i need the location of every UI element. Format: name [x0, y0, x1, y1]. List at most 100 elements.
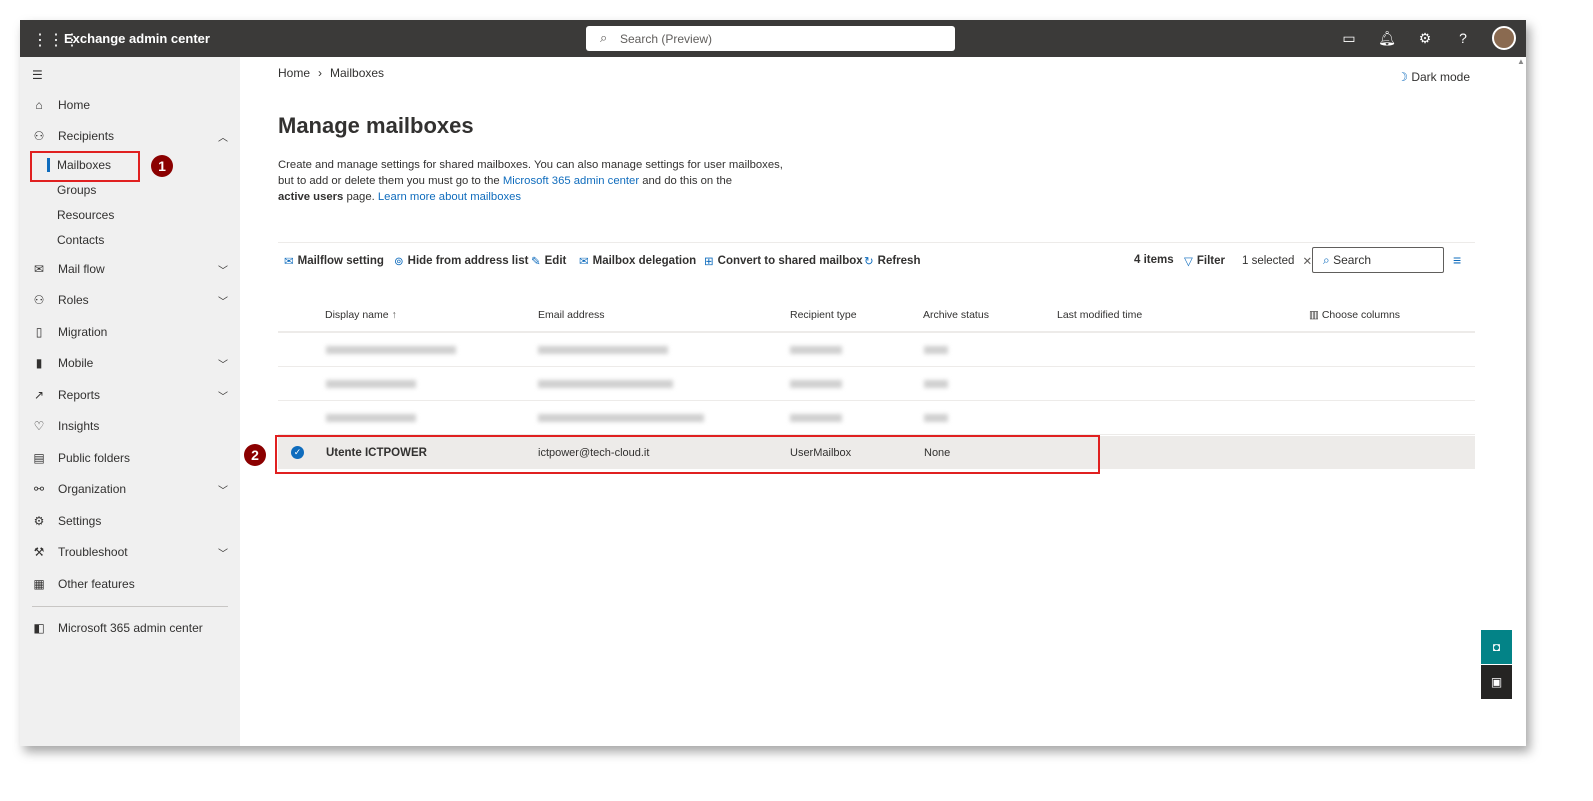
roles-icon: ⚇ — [33, 293, 45, 307]
sidebar-item-migration[interactable]: ▯ Migration — [32, 321, 228, 343]
column-header-display-name[interactable]: Display name ↑ — [325, 309, 397, 321]
office-icon: ◧ — [33, 621, 45, 635]
refresh-button[interactable]: ↻ Refresh — [864, 254, 920, 268]
chevron-right-icon: › — [318, 66, 323, 80]
dark-mode-toggle[interactable]: ☽ Dark mode — [1397, 70, 1470, 84]
sidebar-item-insights[interactable]: ♡ Insights — [32, 415, 228, 437]
choose-columns-button[interactable]: ▥ Choose columns — [1309, 309, 1400, 321]
sidebar-item-mobile[interactable]: ▮ Mobile ﹀ — [32, 352, 228, 374]
sidebar-item-other-features[interactable]: ▦ Other features — [32, 573, 228, 595]
mail-edit-icon: ✉ — [284, 256, 294, 268]
mailflow-setting-button[interactable]: ✉ Mailflow setting — [284, 254, 384, 268]
global-search-input[interactable]: ⌕ Search (Preview) — [586, 26, 955, 51]
label: Dark mode — [1411, 70, 1470, 84]
label: Display name — [325, 309, 389, 321]
mailbox-delegation-button[interactable]: ✉ Mailbox delegation — [579, 254, 696, 268]
home-icon: ⌂ — [35, 98, 43, 112]
lightbulb-icon: ♡ — [33, 419, 45, 433]
placeholder: Search — [1333, 253, 1372, 267]
bell-icon[interactable]: 🔔︎ — [1378, 30, 1396, 47]
sidebar-item-recipients[interactable]: ⚇ Recipients ︿ — [32, 125, 228, 147]
label: Refresh — [877, 255, 921, 267]
sidebar-item-home[interactable]: ⌂ Home — [32, 94, 228, 116]
filter-button[interactable]: ▽ Filter — [1184, 254, 1225, 268]
help-icon[interactable]: ? — [1454, 30, 1472, 46]
sidebar-item-resources[interactable]: Resources — [57, 205, 114, 225]
collapse-menu-icon[interactable]: ☰ — [32, 64, 228, 86]
sidebar-item-roles[interactable]: ⚇ Roles ﹀ — [32, 289, 228, 311]
sort-up-icon: ↑ — [391, 309, 397, 321]
learn-more-link[interactable]: Learn more about mailboxes — [378, 191, 521, 203]
hide-from-address-list-button[interactable]: ⊚ Hide from address list — [394, 254, 528, 268]
moon-icon: ☽ — [1397, 70, 1412, 84]
eye-hide-icon: ⊚ — [394, 256, 404, 268]
m365-admin-link[interactable]: Microsoft 365 admin center — [503, 175, 639, 187]
convert-icon: ⊞ — [704, 256, 714, 268]
label: Mail flow — [58, 262, 105, 276]
label: Choose columns — [1321, 309, 1401, 321]
gear-icon: ⚙ — [33, 514, 45, 528]
label: Troubleshoot — [58, 545, 128, 559]
column-header-archive-status[interactable]: Archive status — [923, 309, 989, 321]
chevron-down-icon: ﹀ — [218, 296, 228, 308]
label: Recipients — [58, 129, 115, 143]
page-description: Create and manage settings for shared ma… — [278, 157, 798, 205]
org-icon: ⚯ — [33, 482, 45, 496]
label: Migration — [58, 325, 108, 339]
desc-bold: active users — [278, 191, 344, 203]
divider — [32, 606, 228, 607]
chevron-up-icon: ︿ — [218, 132, 228, 144]
sidebar-item-mail-flow[interactable]: ✉ Mail flow ﹀ — [32, 258, 228, 280]
chevron-down-icon: ﹀ — [218, 391, 228, 403]
column-header-last-modified[interactable]: Last modified time — [1057, 309, 1142, 321]
column-header-recipient-type[interactable]: Recipient type — [790, 309, 857, 321]
mail-icon: ✉ — [579, 256, 589, 268]
chart-icon: ↗ — [33, 388, 45, 402]
breadcrumb-current: Mailboxes — [330, 66, 385, 80]
mail-icon: ✉ — [33, 262, 45, 276]
label: Convert to shared mailbox — [717, 255, 863, 267]
view-options-icon[interactable]: ≡ — [1453, 252, 1461, 268]
label: Organization — [58, 482, 127, 496]
sidebar-item-settings[interactable]: ⚙ Settings — [32, 510, 228, 532]
column-header-email[interactable]: Email address — [538, 309, 605, 321]
label: Insights — [58, 419, 100, 433]
page-title: Manage mailboxes — [278, 113, 474, 138]
feedback-icon[interactable]: ▣ — [1481, 665, 1512, 699]
sidebar-item-public-folders[interactable]: ▤ Public folders — [32, 447, 228, 469]
top-bar: ⋮⋮⋮ Exchange admin center ⌕ Search (Previ… — [20, 20, 1526, 57]
help-bot-icon[interactable]: ◘ — [1481, 630, 1512, 664]
sidebar-item-troubleshoot[interactable]: ⚒ Troubleshoot ﹀ — [32, 541, 228, 563]
gear-icon[interactable]: ⚙ — [1416, 30, 1434, 47]
chevron-down-icon: ﹀ — [218, 548, 228, 560]
main-content: Home › Mailboxes ☽ Dark mode Manage mailbo… — [240, 57, 1526, 746]
terminal-icon[interactable]: ▭ — [1340, 30, 1358, 47]
clear-selection-icon[interactable]: ✕ — [1302, 254, 1312, 268]
label: Public folders — [58, 451, 131, 465]
table-row[interactable] — [278, 401, 1475, 435]
table-row[interactable] — [278, 367, 1475, 401]
sidebar-item-reports[interactable]: ↗ Reports ﹀ — [32, 384, 228, 406]
avatar[interactable] — [1492, 26, 1516, 50]
sidebar-item-m365-admin[interactable]: ◧ Microsoft 365 admin center — [32, 617, 228, 639]
scrollbar[interactable]: ▲ — [1516, 57, 1526, 746]
breadcrumb-home[interactable]: Home — [278, 66, 310, 80]
edit-button[interactable]: ✎ Edit — [531, 254, 566, 268]
table-row[interactable] — [278, 333, 1475, 367]
chevron-down-icon: ﹀ — [218, 265, 228, 277]
convert-to-shared-button[interactable]: ⊞ Convert to shared mailbox — [704, 254, 863, 268]
chevron-down-icon: ﹀ — [218, 359, 228, 371]
desc-text: but to add or delete them you must go to… — [278, 175, 503, 187]
label: Settings — [58, 514, 102, 528]
label: Roles — [58, 293, 89, 307]
table-search-input[interactable]: ⌕ Search — [1312, 247, 1444, 273]
sidebar-item-groups[interactable]: Groups — [57, 180, 96, 200]
label: Hide from address list — [407, 255, 529, 267]
sidebar-item-contacts[interactable]: Contacts — [57, 230, 104, 250]
highlight-box-selected-row — [275, 435, 1100, 474]
folder-icon: ▤ — [33, 451, 45, 465]
sidebar-item-organization[interactable]: ⚯ Organization ﹀ — [32, 478, 228, 500]
mobile-icon: ▮ — [35, 356, 43, 370]
label: Other features — [58, 577, 135, 591]
grid-icon: ▦ — [33, 577, 45, 591]
